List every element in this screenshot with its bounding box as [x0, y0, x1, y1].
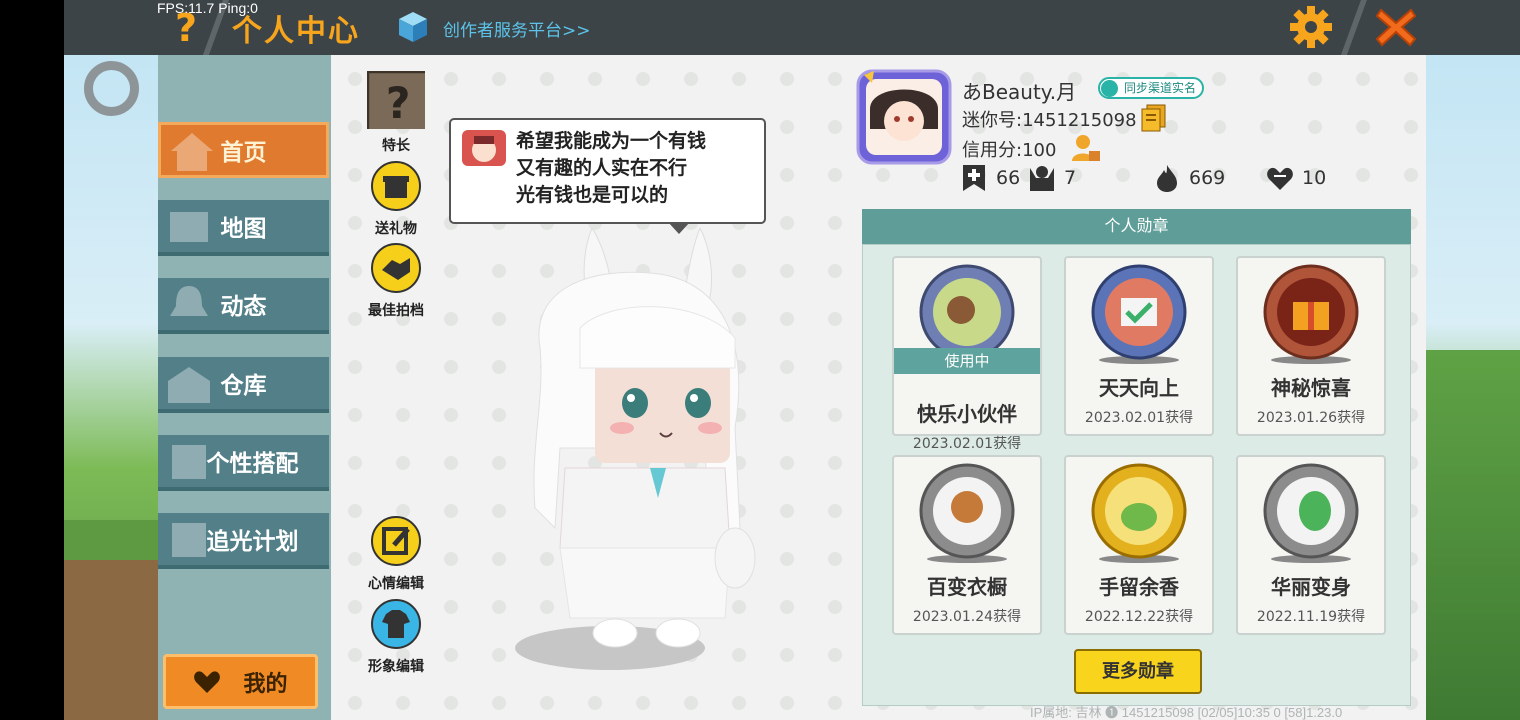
badge-name: 神秘惊喜 [1271, 376, 1351, 400]
sidebar-item-light-plan[interactable]: 追光计划 [158, 513, 329, 569]
badge-date: 2023.01.24获得 [912, 609, 1022, 625]
gift-box-medal-icon [1263, 264, 1359, 364]
sidebar-item-outfit[interactable]: 个性搭配 [158, 435, 329, 491]
in-use-label: 使用中 [894, 348, 1040, 374]
sidebar-item-warehouse[interactable]: 仓库 [158, 357, 329, 413]
partner-label: 最佳拍档 [368, 303, 424, 319]
svg-text:?: ? [386, 79, 411, 128]
calendar-medal-icon [1091, 264, 1187, 364]
grass-hill [1422, 350, 1520, 720]
badge-date: 2023.02.01获得 [912, 436, 1022, 452]
heart-icon [1267, 167, 1293, 190]
person-icon[interactable] [1071, 133, 1101, 163]
cube-icon[interactable] [396, 10, 430, 44]
heart-icon [194, 670, 221, 693]
badge-card[interactable]: 手留余香 2022.12.22获得 [1064, 455, 1214, 635]
look-edit-button[interactable]: 形象编辑 [356, 598, 436, 676]
flame-icon [1157, 165, 1177, 192]
mood-line: 又有趣的人实在不行 [516, 157, 688, 179]
profile-avatar[interactable] [856, 69, 952, 165]
skill-button[interactable]: ? 特长 [356, 71, 436, 155]
mood-edit-label: 心情编辑 [368, 576, 424, 592]
look-edit-label: 形象编辑 [368, 659, 424, 675]
record-button[interactable] [84, 61, 139, 116]
character-avatar[interactable] [500, 228, 770, 678]
stat-heat: 669 [1153, 164, 1225, 192]
username: あBeauty.月 [962, 80, 1077, 104]
bell-icon [170, 286, 208, 316]
user-icon [1101, 80, 1118, 97]
sync-badge-label: 同步渠道实名 [1124, 81, 1197, 95]
stat-value: 669 [1189, 167, 1226, 189]
handshake-icon [371, 243, 421, 293]
badge-name: 百变衣橱 [927, 575, 1007, 599]
edit-icon [371, 516, 421, 566]
warehouse-icon [168, 367, 210, 403]
dino-medal-icon [1263, 463, 1359, 563]
sidebar-item-label: 动态 [220, 294, 267, 320]
badge-name: 快乐小伙伴 [917, 402, 1017, 426]
fans-icon [1030, 166, 1054, 191]
outfit-icon [172, 445, 206, 479]
sidebar-item-label: 地图 [220, 216, 267, 242]
dirt-block [64, 560, 159, 720]
sync-realname-badge[interactable]: 同步渠道实名 [1098, 77, 1205, 99]
skill-label: 特长 [382, 138, 410, 154]
copy-icon[interactable] [1141, 104, 1167, 132]
badge-name: 手留余香 [1099, 575, 1179, 599]
frog-medal-icon [1091, 463, 1187, 563]
mini-id: 迷你号:1451215098 [962, 110, 1137, 131]
stat-value: 66 [996, 167, 1021, 189]
sidebar-item-map[interactable]: 地图 [158, 200, 329, 256]
badges-header: 个人勋章 [862, 209, 1411, 244]
close-icon[interactable] [1373, 4, 1419, 50]
badge-card[interactable]: 天天向上 2023.02.01获得 [1064, 256, 1214, 436]
sidebar-item-home[interactable]: 首页 [158, 122, 329, 178]
badge-card[interactable]: 使用中 快乐小伙伴 2023.02.01获得 [892, 256, 1042, 452]
badge-name: 华丽变身 [1271, 575, 1351, 599]
sidebar-item-activity[interactable]: 动态 [158, 278, 329, 334]
gift-label: 送礼物 [375, 221, 417, 237]
gift-icon [371, 161, 421, 211]
mood-edit-button[interactable]: 心情编辑 [356, 515, 436, 593]
sidebar-item-label: 首页 [220, 140, 267, 166]
badge-date: 2022.12.22获得 [1084, 609, 1194, 625]
badge-card[interactable]: 华丽变身 2022.11.19获得 [1236, 455, 1386, 635]
mood-text: 希望我能成为一个有钱 又有趣的人实在不行 光有钱也是可以的 [516, 128, 756, 209]
footer-info: IP属地: 吉林 ❶ 1451215098 [02/05]10:35 0 [58… [1030, 705, 1343, 720]
stat-value: 7 [1064, 167, 1077, 189]
badge-name: 天天向上 [1099, 376, 1179, 400]
gift-button[interactable]: 送礼物 [356, 160, 436, 238]
gear-icon[interactable] [1287, 4, 1335, 50]
house-icon [171, 133, 213, 171]
fps-readout: FPS:11.7 Ping:0 [157, 0, 258, 16]
light-plan-icon [172, 523, 206, 557]
sidebar-item-label: 仓库 [220, 373, 267, 399]
credit-score: 信用分:100 [962, 140, 1057, 161]
map-icon [170, 212, 208, 242]
badge-card[interactable]: 百变衣橱 2023.01.24获得 [892, 455, 1042, 635]
badge-date: 2023.02.01获得 [1084, 410, 1194, 426]
me-button[interactable]: 我的 [163, 654, 318, 709]
mood-icon [462, 130, 506, 166]
me-label: 我的 [243, 671, 288, 697]
stat-value: 10 [1302, 167, 1327, 189]
stat-likes: 10 [1266, 164, 1326, 192]
stat-fans: 7 [1028, 164, 1076, 192]
badge-date: 2022.11.19获得 [1256, 609, 1366, 625]
creator-platform-link[interactable]: 创作者服务平台>> [443, 16, 591, 41]
badge-date: 2023.01.26获得 [1256, 410, 1366, 426]
partner-button[interactable]: 最佳拍档 [356, 242, 436, 320]
mystery-box-icon: ? [367, 71, 432, 136]
wardrobe-medal-icon [919, 463, 1015, 563]
bookmark-plus-icon [963, 165, 985, 191]
stat-bookmarks: 66 [960, 164, 1020, 192]
badge-card[interactable]: 神秘惊喜 2023.01.26获得 [1236, 256, 1386, 436]
more-badges-button[interactable]: 更多勋章 [1074, 649, 1202, 694]
mood-line: 光有钱也是可以的 [516, 184, 669, 206]
mood-line: 希望我能成为一个有钱 [516, 130, 707, 152]
shirt-icon [371, 599, 421, 649]
